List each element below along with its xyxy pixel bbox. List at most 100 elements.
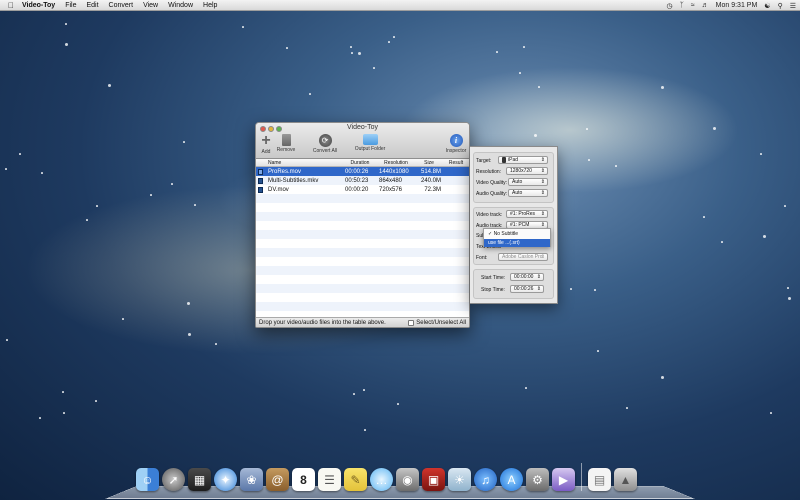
- output-folder-button[interactable]: Output Folder: [355, 134, 385, 152]
- menu-app-name[interactable]: Video-Toy: [17, 2, 60, 9]
- output-folder-label: Output Folder: [354, 146, 386, 152]
- star: [570, 288, 572, 290]
- column-size[interactable]: Size: [415, 160, 443, 166]
- contacts-icon[interactable]: @: [266, 468, 289, 491]
- start-time-value: 00:00:00: [514, 274, 534, 280]
- video-toy-icon[interactable]: ▶: [552, 468, 575, 491]
- notes-icon[interactable]: ✎: [344, 468, 367, 491]
- star: [95, 400, 97, 402]
- star: [586, 128, 588, 130]
- column-resolution[interactable]: Resolution: [377, 160, 415, 166]
- star: [86, 219, 88, 221]
- font-popup[interactable]: Adobe Caslon Pro ⇕: [498, 253, 548, 261]
- menu-file[interactable]: File: [60, 2, 81, 9]
- star: [187, 302, 190, 305]
- table-row[interactable]: ProRes.mov 00:00:26 1440x1080 514.8M: [256, 167, 469, 176]
- stop-time-stepper[interactable]: 00:00:26 ⇕: [510, 285, 544, 293]
- stepper-arrows-icon[interactable]: ⇕: [537, 274, 541, 280]
- iphoto-icon[interactable]: ☀: [448, 468, 471, 491]
- star: [496, 51, 498, 53]
- user-icon[interactable]: ☯: [764, 2, 770, 10]
- star: [703, 216, 705, 218]
- spotlight-icon[interactable]: ⚲: [778, 2, 783, 10]
- document-icon[interactable]: ▤: [588, 468, 611, 491]
- popup-arrows-icon: ⇕: [540, 254, 545, 260]
- photo-booth-icon[interactable]: ▣: [422, 468, 445, 491]
- stepper-arrows-icon[interactable]: ⇕: [537, 286, 541, 292]
- folder-icon: [362, 134, 378, 145]
- audio-quality-popup[interactable]: Auto ⇕: [508, 189, 548, 197]
- dashboard-icon[interactable]: ▦: [188, 468, 211, 491]
- select-all-checkbox[interactable]: Select/Unselect All: [408, 319, 466, 326]
- time-machine-icon[interactable]: ◷: [667, 2, 673, 10]
- table-row[interactable]: DV.mov 00:00:20 720x576 72.3M: [256, 185, 469, 194]
- notification-center-icon[interactable]: ☰: [790, 2, 796, 10]
- menu-edit[interactable]: Edit: [81, 2, 103, 9]
- convert-all-button[interactable]: ⟳ Convert All: [310, 134, 340, 154]
- inspector-button[interactable]: i Inspector: [441, 134, 469, 154]
- facetime-icon[interactable]: ◉: [396, 468, 419, 491]
- bluetooth-icon[interactable]: ᛉ: [680, 2, 684, 9]
- remove-label: Remove: [276, 147, 296, 153]
- table-row[interactable]: Multi-Subtitles.mkv 00:50:23 864x480 240…: [256, 176, 469, 185]
- star: [188, 333, 191, 336]
- subtitle-option-use-file[interactable]: use file ...(.srt): [484, 239, 550, 247]
- column-name[interactable]: Name: [265, 160, 343, 166]
- movie-file-icon: [258, 177, 263, 184]
- menu-help[interactable]: Help: [198, 2, 222, 9]
- font-value: Adobe Caslon Pro: [502, 254, 543, 260]
- star: [194, 204, 196, 206]
- subtitle-option-none[interactable]: ✓ No Subtitle: [484, 230, 550, 238]
- row-resolution: 720x576: [379, 186, 403, 193]
- safari-icon[interactable]: ✦: [214, 468, 237, 491]
- resolution-label: Resolution:: [476, 169, 502, 175]
- start-time-stepper[interactable]: 00:00:00 ⇕: [510, 273, 544, 281]
- app-store-icon[interactable]: A: [500, 468, 523, 491]
- row-name: Multi-Subtitles.mkv: [268, 177, 319, 184]
- remove-button[interactable]: Remove: [271, 134, 301, 153]
- itunes-icon[interactable]: ♫: [474, 468, 497, 491]
- stop-time-value: 00:00:26: [514, 286, 534, 292]
- calendar-icon[interactable]: 8: [292, 468, 315, 491]
- star: [538, 86, 540, 88]
- popup-arrows-icon: ⇕: [540, 168, 545, 174]
- dock-separator: [581, 463, 582, 491]
- star: [615, 165, 617, 167]
- star: [784, 205, 786, 207]
- messages-icon[interactable]: …: [370, 468, 393, 491]
- audio-quality-value: Auto: [512, 190, 523, 196]
- start-time-label: Start Time:: [481, 275, 506, 281]
- column-duration[interactable]: Duration: [343, 160, 377, 166]
- star: [358, 52, 361, 55]
- system-preferences-icon[interactable]: ⚙: [526, 468, 549, 491]
- add-label: Add: [261, 149, 271, 155]
- status-bar: Drop your video/audio files into the tab…: [256, 317, 469, 327]
- volume-icon[interactable]: ♬: [702, 2, 709, 9]
- target-popup[interactable]: iPad ⇕: [498, 156, 548, 164]
- reminders-icon[interactable]: ☰: [318, 468, 341, 491]
- column-result[interactable]: Result: [443, 160, 469, 166]
- audio-quality-label: Audio Quality:: [476, 191, 508, 197]
- wifi-icon[interactable]: ≈: [691, 2, 695, 9]
- star: [350, 46, 352, 48]
- checkbox-box[interactable]: [408, 319, 415, 326]
- menu-view[interactable]: View: [138, 2, 163, 9]
- mail-stamp-icon[interactable]: ❀: [240, 468, 263, 491]
- star: [150, 194, 152, 196]
- target-label: Target:: [476, 158, 492, 164]
- star: [364, 429, 366, 431]
- star: [523, 46, 525, 48]
- menu-window[interactable]: Window: [163, 2, 198, 9]
- resolution-popup[interactable]: 1280x720 ⇕: [506, 167, 548, 175]
- menu-convert[interactable]: Convert: [104, 2, 139, 9]
- apple-menu-icon[interactable]: : [5, 1, 17, 10]
- clock-text[interactable]: Mon 9:31 PM: [716, 2, 758, 9]
- video-quality-popup[interactable]: Auto ⇕: [508, 178, 548, 186]
- stop-time-label: Stop Time:: [481, 287, 505, 293]
- row-duration: 00:00:26: [345, 168, 369, 175]
- file-table[interactable]: ProRes.mov 00:00:26 1440x1080 514.8M Mul…: [256, 167, 469, 317]
- rocket-icon[interactable]: ➚: [162, 468, 185, 491]
- trash-icon[interactable]: ▲: [614, 468, 637, 491]
- finder-icon[interactable]: ☺: [136, 468, 159, 491]
- video-track-popup[interactable]: #1: ProRes ⇕: [506, 210, 548, 218]
